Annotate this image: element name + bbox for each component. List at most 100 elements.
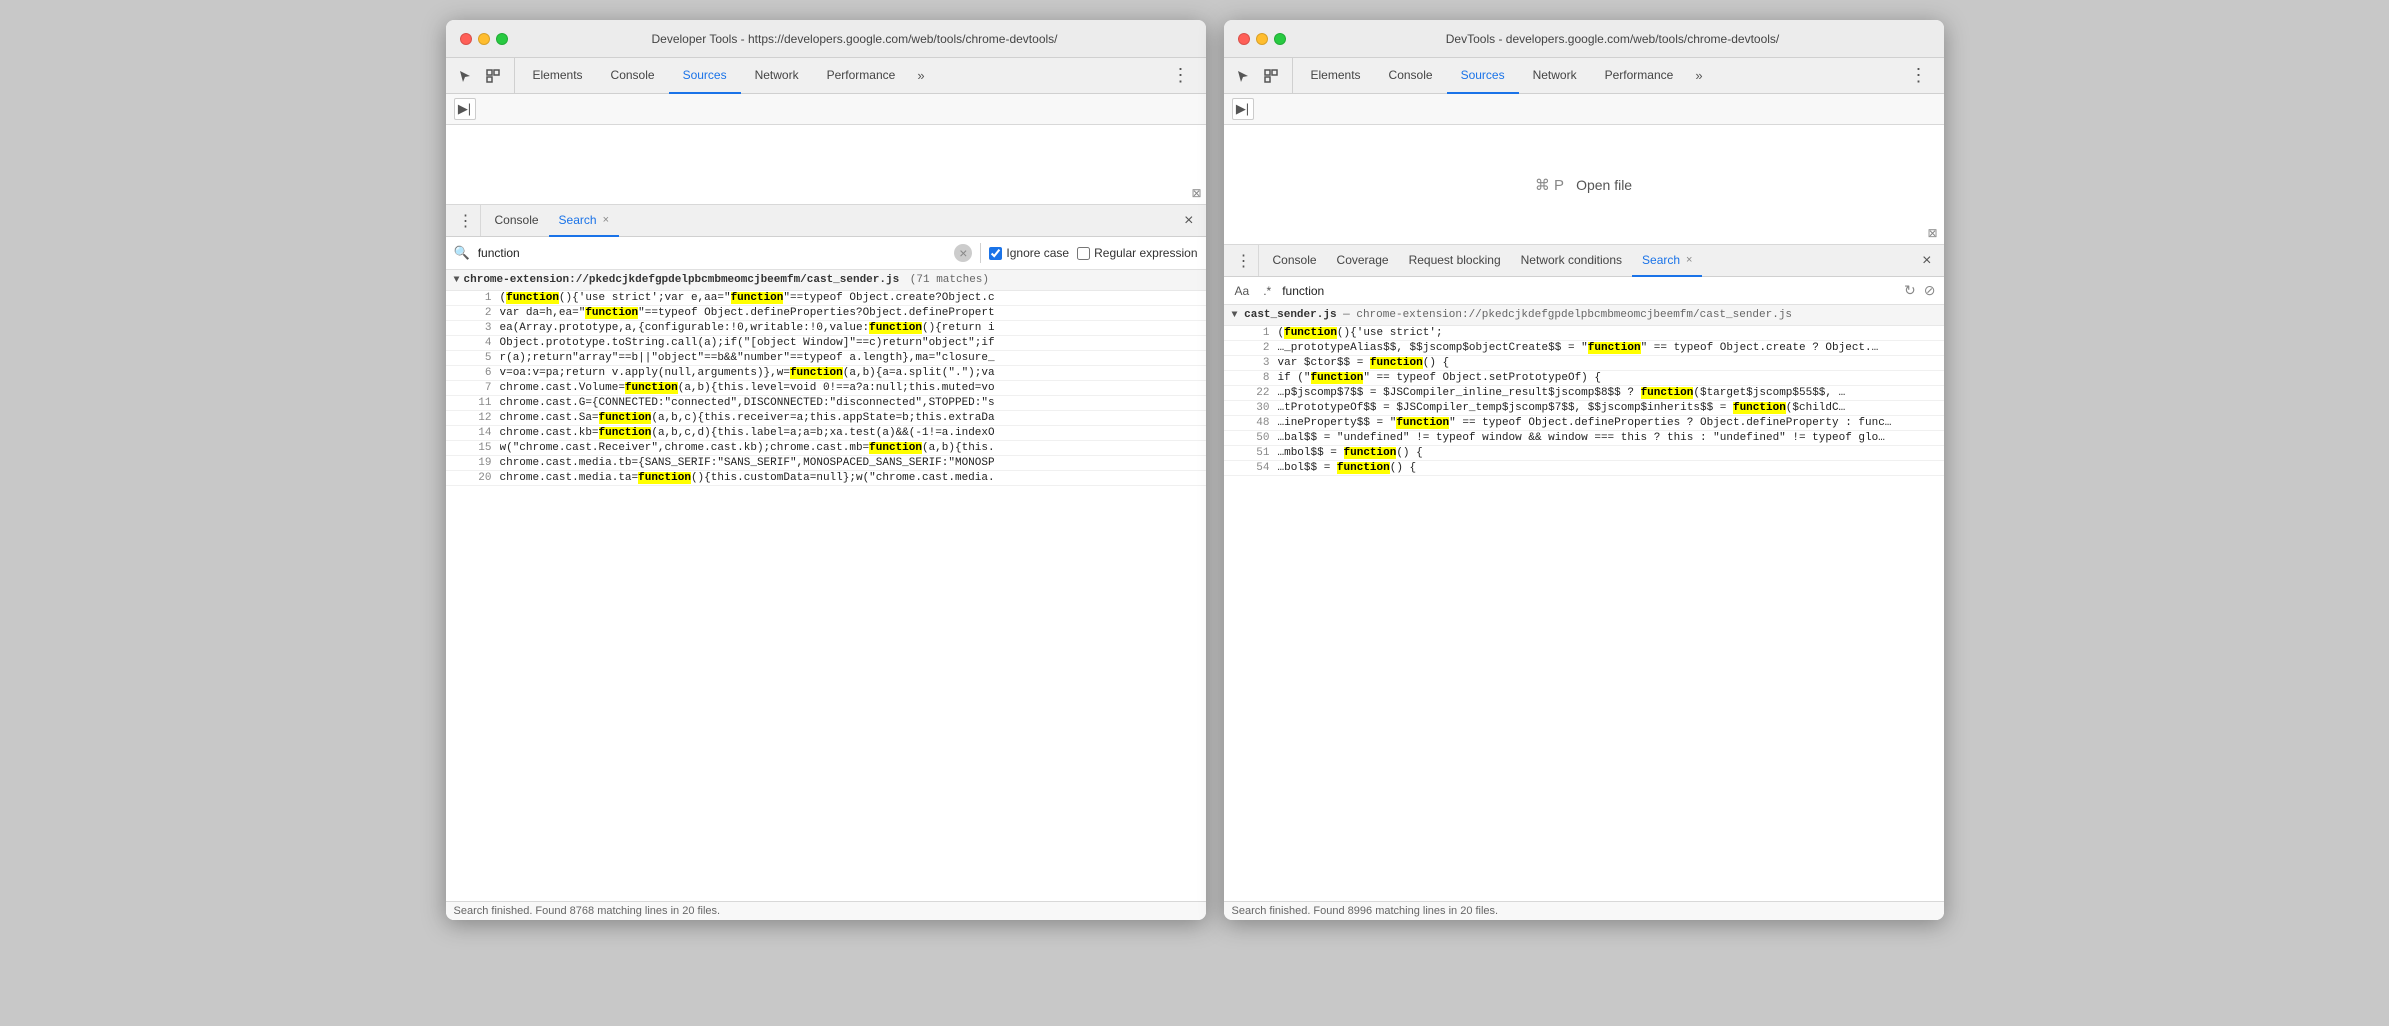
right-result-line[interactable]: 48 …ineProperty$$ = "function" == typeof… — [1224, 416, 1944, 431]
right-panel-tab-network-conditions[interactable]: Network conditions — [1511, 245, 1632, 277]
menu-button[interactable]: ⋮ — [1164, 58, 1198, 93]
right-tab-more[interactable]: » — [1687, 58, 1710, 94]
tab-sources[interactable]: Sources — [669, 58, 741, 94]
maximize-button[interactable] — [496, 33, 508, 45]
right-search-results[interactable]: ▼ cast_sender.js — chrome-extension://pk… — [1224, 305, 1944, 901]
result-line[interactable]: 5 r(a);return"array"==b||"object"==b&&"n… — [446, 351, 1206, 366]
right-tab-performance[interactable]: Performance — [1591, 58, 1688, 94]
right-tab-network[interactable]: Network — [1519, 58, 1591, 94]
panel-tab-search[interactable]: Search × — [549, 205, 619, 237]
nav-tabs: Elements Console Sources Network Perform… — [519, 58, 933, 93]
clear-search-btn[interactable]: × — [954, 244, 972, 262]
panel-tab-menu[interactable]: ⋮ — [452, 205, 481, 236]
window-title: Developer Tools - https://developers.goo… — [518, 32, 1192, 46]
right-result-line[interactable]: 1 (function(){'use strict'; — [1224, 326, 1944, 341]
editor-area: ⊠ — [446, 125, 1206, 205]
left-title-bar: Developer Tools - https://developers.goo… — [446, 20, 1206, 58]
open-file-label: Open file — [1576, 177, 1632, 193]
panel-close-btn[interactable]: × — [1178, 205, 1199, 236]
resize-icon: ⊠ — [1191, 186, 1201, 200]
result-line[interactable]: 14 chrome.cast.kb=function(a,b,c,d){this… — [446, 426, 1206, 441]
content-area: ⊠ ⋮ Console Search × × 🔍 × — [446, 125, 1206, 920]
right-bottom-panel: ⋮ Console Coverage Request blocking Netw… — [1224, 245, 1944, 920]
cursor-icon[interactable] — [454, 65, 476, 87]
tab-more[interactable]: » — [909, 58, 932, 94]
dot-star-button[interactable]: .* — [1260, 283, 1274, 299]
tab-network[interactable]: Network — [741, 58, 813, 94]
search-icon: 🔍 — [454, 245, 470, 261]
right-menu-button[interactable]: ⋮ — [1902, 58, 1936, 93]
right-file-name: cast_sender.js — [1244, 309, 1336, 321]
refresh-search-btn[interactable]: ↻ — [1904, 282, 1916, 299]
ignore-case-label[interactable]: Ignore case — [989, 246, 1069, 260]
result-line[interactable]: 11 chrome.cast.G={CONNECTED:"connected",… — [446, 396, 1206, 411]
right-inspect-icon[interactable] — [1260, 65, 1282, 87]
regex-checkbox[interactable] — [1077, 247, 1090, 260]
right-panel-tab-console[interactable]: Console — [1263, 245, 1327, 277]
result-line[interactable]: 12 chrome.cast.Sa=function(a,b,c){this.r… — [446, 411, 1206, 426]
right-panel-tabs: ⋮ Console Coverage Request blocking Netw… — [1224, 245, 1944, 277]
sidebar-toggle[interactable]: ▶| — [454, 98, 476, 120]
right-panel-tab-request-blocking[interactable]: Request blocking — [1399, 245, 1511, 277]
panel-tabs: ⋮ Console Search × × — [446, 205, 1206, 237]
right-maximize-button[interactable] — [1274, 33, 1286, 45]
search-tab-close[interactable]: × — [603, 214, 609, 226]
search-results[interactable]: ▼ chrome-extension://pkedcjkdefgpdelpbcm… — [446, 270, 1206, 901]
right-minimize-button[interactable] — [1256, 33, 1268, 45]
search-input[interactable] — [478, 246, 947, 260]
right-search-bar: Aa .* ↻ ⊘ — [1224, 277, 1944, 305]
result-line[interactable]: 20 chrome.cast.media.ta=function(){this.… — [446, 471, 1206, 486]
right-result-line[interactable]: 50 …bal$$ = "undefined" != typeof window… — [1224, 431, 1944, 446]
left-devtools-window: Developer Tools - https://developers.goo… — [446, 20, 1206, 920]
right-search-input[interactable] — [1282, 284, 1585, 298]
result-line[interactable]: 4 Object.prototype.toString.call(a);if("… — [446, 336, 1206, 351]
right-result-line[interactable]: 8 if ("function" == typeof Object.setPro… — [1224, 371, 1944, 386]
file-name: chrome-extension://pkedcjkdefgpdelpbcmbm… — [464, 274, 900, 286]
right-panel-tab-menu[interactable]: ⋮ — [1230, 245, 1259, 276]
clear-results-btn[interactable]: ⊘ — [1924, 282, 1936, 299]
right-result-line[interactable]: 51 …mbol$$ = function() { — [1224, 446, 1944, 461]
right-result-line[interactable]: 30 …tPrototypeOf$$ = $JSCompiler_temp$js… — [1224, 401, 1944, 416]
right-tab-console[interactable]: Console — [1375, 58, 1447, 94]
right-title-bar: DevTools - developers.google.com/web/too… — [1224, 20, 1944, 58]
file-header[interactable]: ▼ chrome-extension://pkedcjkdefgpdelpbcm… — [446, 270, 1206, 291]
file-match-count: (71 matches) — [903, 274, 989, 286]
right-tab-sources[interactable]: Sources — [1447, 58, 1519, 94]
right-cursor-icon[interactable] — [1232, 65, 1254, 87]
right-panel-tab-search[interactable]: Search × — [1632, 245, 1702, 277]
result-line[interactable]: 3 ea(Array.prototype,a,{configurable:!0,… — [446, 321, 1206, 336]
close-button[interactable] — [460, 33, 472, 45]
tab-console[interactable]: Console — [597, 58, 669, 94]
right-search-tab-close[interactable]: × — [1686, 254, 1692, 266]
inspect-icon[interactable] — [482, 65, 504, 87]
right-result-line[interactable]: 54 …bol$$ = function() { — [1224, 461, 1944, 476]
status-bar: Search finished. Found 8768 matching lin… — [446, 901, 1206, 920]
right-window-title: DevTools - developers.google.com/web/too… — [1296, 32, 1930, 46]
right-secondary-toolbar: ▶| — [1224, 94, 1944, 125]
traffic-lights — [460, 33, 508, 45]
regex-label[interactable]: Regular expression — [1077, 246, 1197, 260]
tab-elements[interactable]: Elements — [519, 58, 597, 94]
aa-button[interactable]: Aa — [1232, 283, 1253, 299]
ignore-case-checkbox[interactable] — [989, 247, 1002, 260]
right-result-line[interactable]: 22 …p$jscomp$7$$ = $JSCompiler_inline_re… — [1224, 386, 1944, 401]
right-file-header[interactable]: ▼ cast_sender.js — chrome-extension://pk… — [1224, 305, 1944, 326]
right-content-area: ⌘ P Open file ⊠ ⋮ Console Coverage Reque… — [1224, 125, 1944, 920]
result-line[interactable]: 19 chrome.cast.media.tb={SANS_SERIF:"SAN… — [446, 456, 1206, 471]
minimize-button[interactable] — [478, 33, 490, 45]
right-sidebar-toggle[interactable]: ▶| — [1232, 98, 1254, 120]
right-result-line[interactable]: 3 var $ctor$$ = function() { — [1224, 356, 1944, 371]
panel-tab-console[interactable]: Console — [485, 205, 549, 237]
result-line[interactable]: 7 chrome.cast.Volume=function(a,b){this.… — [446, 381, 1206, 396]
right-result-line[interactable]: 2 …_prototypeAlias$$, $$jscomp$objectCre… — [1224, 341, 1944, 356]
right-panel-close-btn[interactable]: × — [1916, 245, 1937, 276]
result-line[interactable]: 2 var da=h,ea="function"==typeof Object.… — [446, 306, 1206, 321]
right-nav-tabs: Elements Console Sources Network Perform… — [1297, 58, 1711, 93]
result-line[interactable]: 6 v=oa:v=pa;return v.apply(null,argument… — [446, 366, 1206, 381]
right-panel-tab-coverage[interactable]: Coverage — [1327, 245, 1399, 277]
right-tab-elements[interactable]: Elements — [1297, 58, 1375, 94]
right-close-button[interactable] — [1238, 33, 1250, 45]
tab-performance[interactable]: Performance — [813, 58, 910, 94]
result-line[interactable]: 15 w("chrome.cast.Receiver",chrome.cast.… — [446, 441, 1206, 456]
result-line[interactable]: 1 (function(){'use strict';var e,aa="fun… — [446, 291, 1206, 306]
